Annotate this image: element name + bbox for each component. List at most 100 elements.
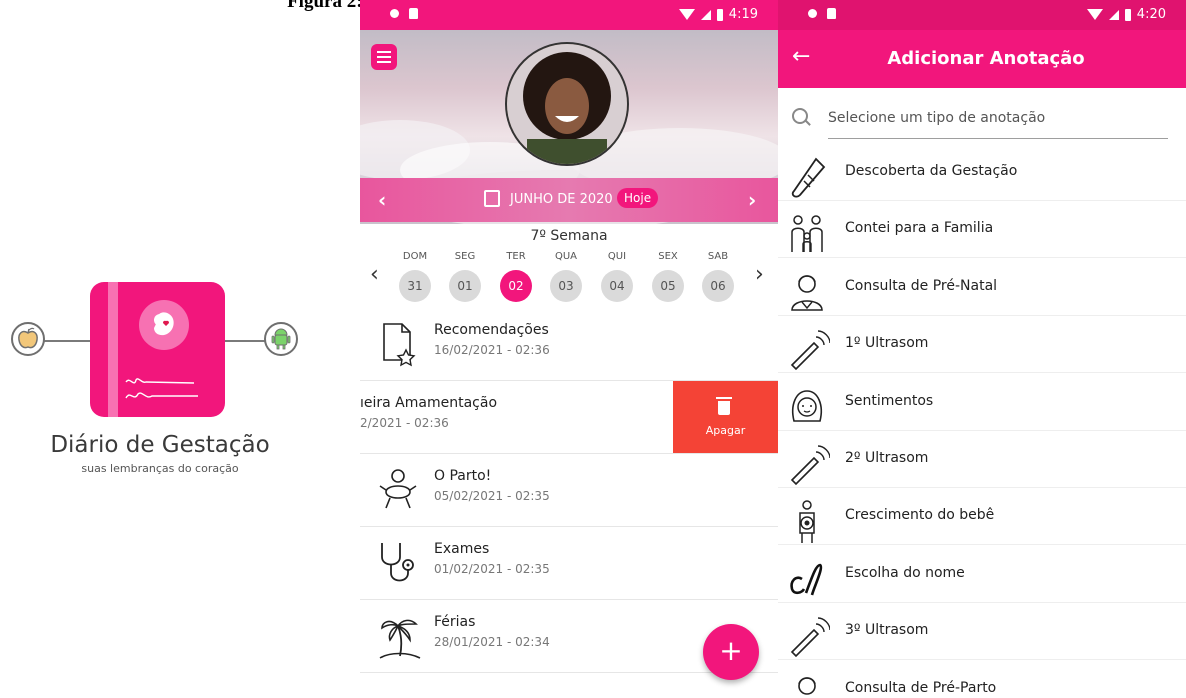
status-time: 4:20 [1136,7,1166,22]
note-type-label: Sentimentos [845,392,934,409]
entry-date: 28/01/2021 - 02:34 [434,635,550,649]
entry-title: O Parto! [434,468,492,484]
diary-entry-swiped[interactable]: ıeira Amamentação 2/2021 - 02:36 Apagar [360,380,778,454]
day-name: SEG [454,251,476,262]
search-icon [792,108,808,124]
note-type-label: Consulta de Pré-Natal [845,277,998,294]
screen-title: Adicionar Anotação [887,48,1085,69]
app-logo [90,282,225,417]
ultrasound-icon [790,445,830,486]
doctor-icon [791,274,823,311]
day-button[interactable]: 04 [601,270,633,302]
battery-icon [716,8,723,21]
signal-icon [1108,9,1119,20]
connector-line-left [44,340,92,342]
diary-entry[interactable]: O Parto! 05/02/2021 - 02:35 [360,454,778,527]
notification-dot-icon [390,9,399,18]
day-name: SAB [707,251,729,262]
next-week-button[interactable]: › [755,262,764,287]
baby-icon [379,469,417,509]
note-type-item[interactable]: Consulta de Pré-Natal [778,258,1186,316]
status-time: 4:19 [728,7,758,22]
entry-title: Exames [434,541,490,557]
month-label: JUNHO DE 2020 [510,192,613,207]
note-type-label: Contei para a Familia [845,220,994,237]
day-name: QUI [607,251,627,262]
wifi-icon [1086,9,1103,20]
menu-button[interactable] [371,44,397,70]
day-button[interactable]: 06 [702,270,734,302]
app-title: Diário de Gestação [50,432,270,458]
entry-date: 05/02/2021 - 02:35 [434,489,550,503]
day-name: DOM [402,251,428,262]
note-type-item[interactable]: 1º Ultrasom [778,315,1186,374]
add-entry-button[interactable]: + [703,624,759,680]
prev-week-button[interactable]: ‹ [370,262,379,287]
day-button[interactable]: 01 [449,270,481,302]
note-type-item[interactable]: Descoberta da Gestação [778,143,1186,201]
diary-entry[interactable]: Exames 01/02/2021 - 02:35 [360,527,778,600]
note-type-item[interactable]: Sentimentos [778,373,1186,431]
day-button-selected[interactable]: 02 [500,270,532,302]
app-subtitle: suas lembranças do coração [81,462,239,475]
note-type-label: Descoberta da Gestação [845,163,1018,179]
signal-icon [700,9,711,20]
day-name: TER [506,251,526,262]
diary-entry[interactable]: Recomendações 16/02/2021 - 02:36 [360,308,778,381]
family-icon [791,215,823,253]
pregnant-icon [799,500,815,544]
day-name: QUA [554,251,578,262]
app-bar: ← Adicionar Anotação [778,30,1186,88]
pregnancy-test-icon [791,157,826,198]
note-type-label: Consulta de Pré-Parto [845,679,997,696]
baby-heart-icon [139,300,189,350]
note-type-item[interactable]: Crescimento do bebê [778,487,1186,546]
book-spine [108,282,118,417]
status-bar: 4:20 [778,0,1186,30]
diary-screen: 4:19 ‹ JUNHO DE 2020 Hoje › 7º Semana ‹ … [360,0,778,698]
apple-icon [11,322,45,356]
connector-line-right [224,340,266,342]
android-icon [264,322,298,356]
note-type-item[interactable]: 2º Ultrasom [778,430,1186,488]
day-button[interactable]: 03 [550,270,582,302]
signature-lines-icon [125,378,198,399]
entry-title: ıeira Amamentação [360,395,498,411]
note-type-label: Crescimento do bebê [845,507,995,524]
day-button[interactable]: 31 [399,270,431,302]
week-label: 7º Semana [530,228,608,244]
calendar-icon [484,190,500,207]
ultrasound-icon [790,617,830,658]
day-name: SEX [658,251,678,262]
battery-icon [1124,8,1131,21]
note-type-item[interactable]: Escolha do nome [778,545,1186,603]
today-button[interactable]: Hoje [617,188,659,208]
entry-date: 01/02/2021 - 02:35 [434,562,550,576]
delete-label: Apagar [705,424,746,437]
palm-tree-icon [379,619,421,659]
signature-icon [790,563,823,596]
wifi-icon [678,9,695,20]
ultrasound-icon [790,330,830,371]
stethoscope-icon [381,543,414,582]
note-type-label: Escolha do nome [845,564,965,581]
sd-card-icon [827,8,836,19]
note-type-item[interactable]: Contei para a Familia [778,200,1186,259]
note-type-label: 2º Ultrasom [845,450,929,466]
trash-icon [716,397,732,415]
notification-dot-icon [808,9,817,18]
day-button[interactable]: 05 [652,270,684,302]
delete-button[interactable]: Apagar [673,381,778,453]
status-bar: 4:19 [360,0,778,30]
note-type-item[interactable]: 3º Ultrasom [778,602,1186,661]
note-type-item[interactable]: Consulta de Pré-Parto [778,660,1186,698]
prev-month-button[interactable]: ‹ [378,188,386,212]
entry-title: Recomendações [434,322,549,338]
add-note-screen: 4:20 ← Adicionar Anotação Descoberta da … [778,0,1186,698]
note-type-search-input[interactable] [828,98,1168,139]
next-month-button[interactable]: › [748,188,756,212]
sd-card-icon [409,8,418,19]
note-type-label: 1º Ultrasom [845,335,929,352]
month-navigation-bar: ‹ JUNHO DE 2020 Hoje › [360,178,778,222]
avatar[interactable] [505,42,629,166]
